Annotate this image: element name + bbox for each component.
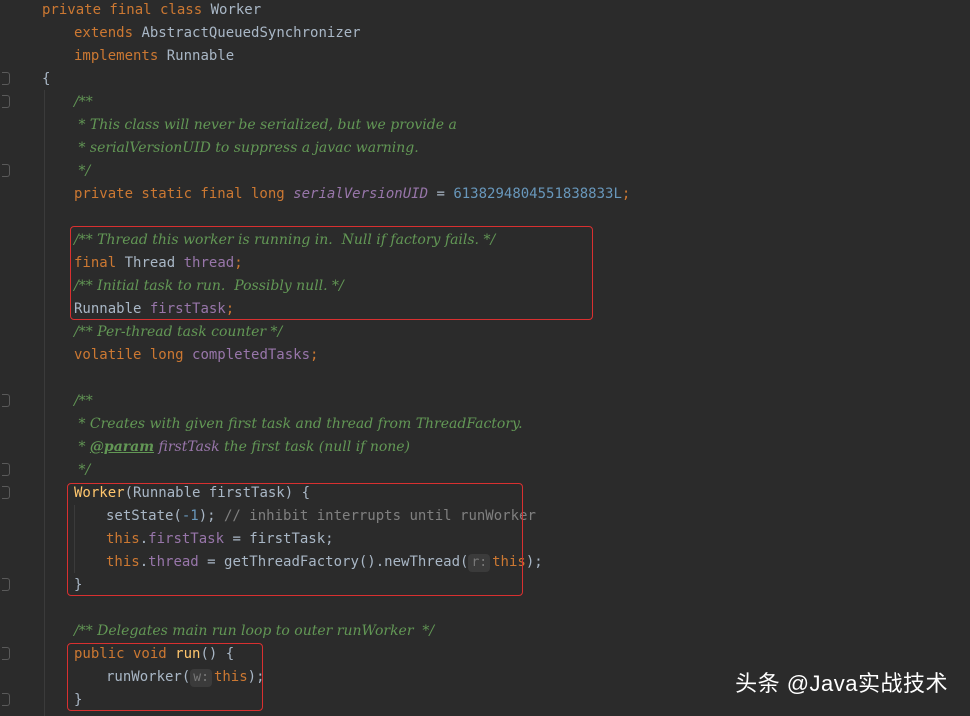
code-line: private final class Worker: [42, 2, 262, 18]
code-line: extends AbstractQueuedSynchronizer: [74, 25, 361, 41]
watermark: 头条 @Java实战技术: [735, 671, 948, 696]
code-line: implements Runnable: [74, 48, 235, 64]
fold-marker-icon[interactable]: [2, 95, 10, 108]
code-comment: /** Delegates main run loop to outer run…: [74, 623, 435, 639]
code-comment: * Creates with given first task and thre…: [74, 416, 523, 432]
code-line: volatile long completedTasks;: [74, 347, 319, 363]
code-comment: /**: [74, 94, 93, 110]
indent-guide: [44, 90, 45, 716]
fold-marker-icon[interactable]: [2, 394, 10, 407]
code-comment: */: [74, 163, 91, 179]
code-comment: * serialVersionUID to suppress a javac w…: [74, 140, 419, 156]
highlight-box-constructor: [67, 483, 523, 596]
editor-gutter: [0, 0, 36, 716]
code-line: private static final long serialVersionU…: [74, 186, 631, 202]
highlight-box-fields: [70, 226, 593, 320]
code-comment: * This class will never be serialized, b…: [74, 117, 457, 133]
fold-marker-icon[interactable]: [2, 486, 10, 499]
fold-marker-icon[interactable]: [2, 693, 10, 706]
code-comment: * @param firstTask the first task (null …: [74, 439, 411, 455]
code-comment: */: [74, 462, 91, 478]
fold-marker-icon[interactable]: [2, 647, 10, 660]
code-comment: /** Per-thread task counter */: [74, 324, 283, 340]
fold-marker-icon[interactable]: [2, 164, 10, 177]
fold-marker-icon[interactable]: [2, 463, 10, 476]
fold-marker-icon[interactable]: [2, 578, 10, 591]
code-line: {: [42, 71, 51, 87]
code-comment: /**: [74, 393, 93, 409]
fold-marker-icon[interactable]: [2, 72, 10, 85]
highlight-box-run: [67, 643, 263, 711]
